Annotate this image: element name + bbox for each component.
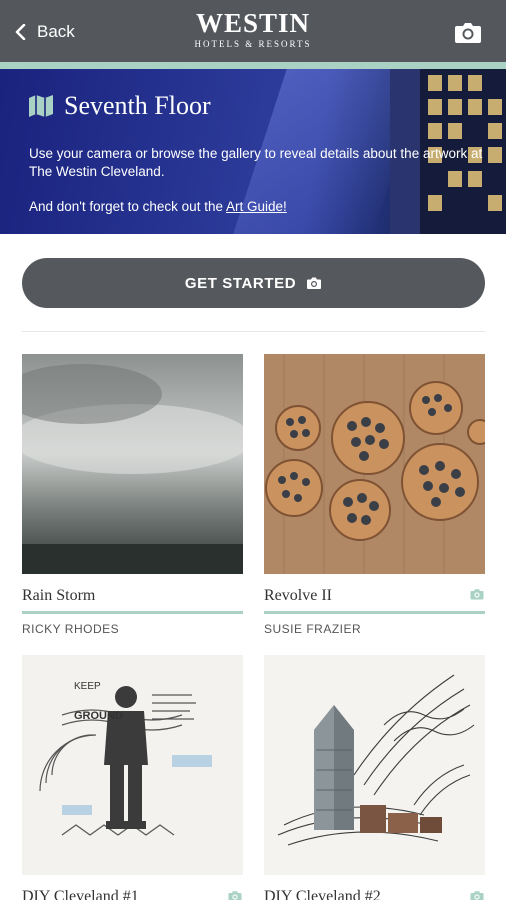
camera-icon: [228, 891, 242, 900]
svg-text:KEEP: KEEP: [74, 681, 101, 692]
reminder-text: And don't forget to check out the: [29, 199, 226, 214]
logo-sub-text: HOTELS & RESORTS: [194, 39, 312, 49]
page-title: Seventh Floor: [64, 91, 211, 120]
camera-icon[interactable]: [454, 20, 482, 44]
artwork-card[interactable]: KEEP GROUND DIY Cleveland #1: [22, 655, 243, 900]
section-divider: [22, 331, 485, 332]
artwork-thumbnail: [264, 655, 485, 875]
diy-cleveland-2-image: [264, 655, 485, 875]
svg-text:GROUND: GROUND: [74, 710, 123, 722]
artwork-title: Rain Storm: [22, 587, 96, 604]
header-accent-bar: [0, 62, 506, 69]
floor-hero-banner: Seventh Floor Use your camera or browse …: [0, 69, 506, 234]
camera-icon: [470, 891, 484, 900]
artwork-thumbnail: [22, 354, 243, 574]
art-guide-reminder: And don't forget to check out the Art Gu…: [29, 199, 287, 214]
artwork-title: Revolve II: [264, 587, 332, 604]
artwork-title: DIY Cleveland #1: [22, 888, 139, 900]
camera-icon: [470, 589, 484, 600]
diy-cleveland-1-image: KEEP GROUND: [22, 655, 243, 875]
camera-icon: [307, 277, 322, 289]
westin-logo: WESTIN HOTELS & RESORTS: [0, 8, 506, 50]
rain-storm-image: [22, 354, 243, 574]
title-rule: [264, 611, 485, 614]
artwork-card[interactable]: DIY Cleveland #2: [264, 655, 485, 900]
app-header: Back WESTIN HOTELS & RESORTS: [0, 0, 506, 62]
artwork-title: DIY Cleveland #2: [264, 888, 381, 900]
artwork-card[interactable]: Revolve II SUSIE FRAZIER: [264, 354, 485, 636]
artwork-card[interactable]: Rain Storm RICKY RHODES: [22, 354, 243, 636]
logo-main-text: WESTIN: [195, 8, 311, 38]
map-icon: [29, 95, 53, 117]
artwork-thumbnail: KEEP GROUND: [22, 655, 243, 875]
art-guide-link[interactable]: Art Guide!: [226, 199, 287, 214]
revolve-ii-image: [264, 354, 485, 574]
hero-title-row: Seventh Floor: [28, 91, 211, 121]
artist-name: RICKY RHODES: [22, 622, 120, 636]
artist-name: SUSIE FRAZIER: [264, 622, 362, 636]
title-rule: [22, 611, 243, 614]
get-started-button[interactable]: GET STARTED: [22, 258, 485, 308]
artwork-thumbnail: [264, 354, 485, 574]
hero-description: Use your camera or browse the gallery to…: [29, 146, 483, 179]
get-started-label: GET STARTED: [184, 274, 297, 292]
